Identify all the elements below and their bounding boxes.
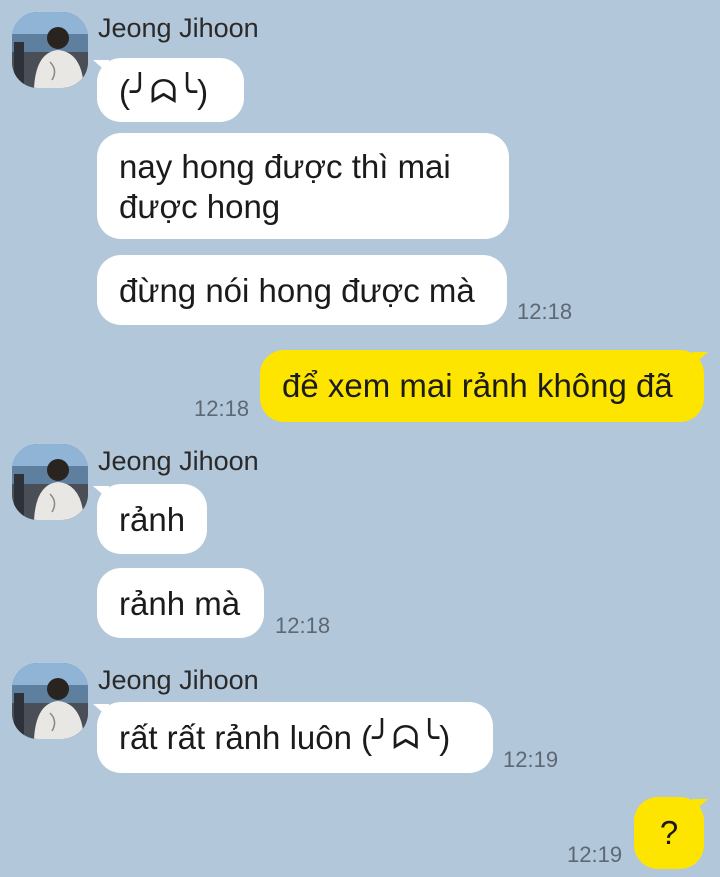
sender-avatar[interactable] bbox=[12, 444, 88, 520]
message-bubble[interactable]: nay hong được thì mai được hong bbox=[97, 133, 509, 239]
message-timestamp: 12:19 bbox=[503, 747, 559, 772]
message-bubble[interactable]: rảnh mà bbox=[97, 568, 264, 638]
sender-name: Jeong Jihoon bbox=[98, 13, 259, 43]
profile-photo-icon bbox=[12, 12, 88, 88]
bubble-tail bbox=[692, 352, 708, 366]
message-timestamp: 12:18 bbox=[275, 613, 331, 638]
message-timestamp: 12:19 bbox=[567, 842, 623, 867]
message-bubble[interactable]: đừng nói hong được mà bbox=[97, 255, 507, 325]
message-bubble[interactable]: (╯ᗣ╰) bbox=[97, 58, 244, 122]
message-timestamp: 12:18 bbox=[194, 396, 250, 421]
message-bubble[interactable]: rảnh bbox=[97, 484, 207, 554]
sender-name: Jeong Jihoon bbox=[98, 446, 259, 476]
message-timestamp: 12:18 bbox=[517, 299, 573, 324]
bubble-tail bbox=[692, 799, 708, 813]
message-bubble-outgoing[interactable]: để xem mai rảnh không đã bbox=[260, 350, 704, 422]
profile-photo-icon bbox=[12, 663, 88, 739]
sender-avatar[interactable] bbox=[12, 663, 88, 739]
sender-name: Jeong Jihoon bbox=[98, 665, 259, 695]
profile-photo-icon bbox=[12, 444, 88, 520]
sender-avatar[interactable] bbox=[12, 12, 88, 88]
message-bubble[interactable]: rất rất rảnh luôn (╯ᗣ╰) bbox=[97, 702, 493, 773]
